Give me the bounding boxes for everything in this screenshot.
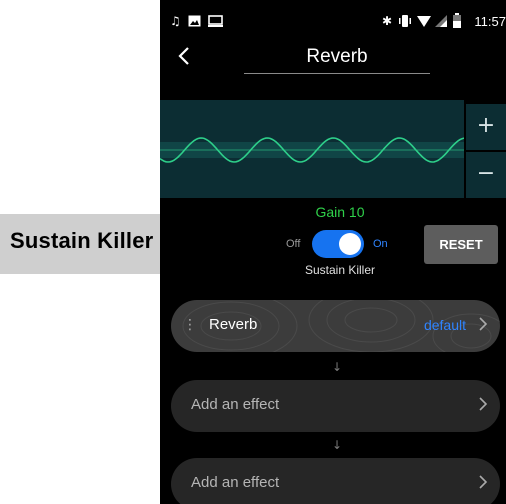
add-effect-row[interactable]: Add an effect [171,380,500,432]
screen-icon [208,15,223,27]
phone-screen: ♫ ✱ 11:57 Reverb + − Gain 10 Off On Sust… [160,0,506,504]
toggle-caption: Sustain Killer [304,263,376,277]
add-effect-label: Add an effect [191,396,280,413]
drag-handle-icon[interactable]: ⋮ [183,317,197,333]
add-effect-row[interactable]: Add an effect [171,458,500,504]
title-underline [244,73,430,74]
status-time: 11:57 [474,14,506,29]
music-note-icon: ♫ [170,14,181,28]
gain-value: Gain 10 [315,204,365,220]
status-bar: ♫ ✱ 11:57 [160,0,506,34]
page-title: Reverb [306,46,368,67]
add-effect-label: Add an effect [191,474,280,491]
gain-increase-button[interactable]: + [466,104,506,150]
bluetooth-icon: ✱ [382,14,393,28]
effect-name: Reverb [209,316,258,333]
wifi-icon [417,16,431,27]
waveform-display [160,100,464,198]
arrow-down-icon: ↓ [331,438,343,452]
gain-decrease-button[interactable]: − [466,152,506,198]
arrow-down-icon: ↓ [331,360,343,374]
toggle-off-label: Off [286,238,301,250]
chevron-right-icon [479,475,488,489]
vibrate-icon [399,15,411,27]
toggle-knob [339,233,361,255]
sustain-killer-toggle[interactable] [312,230,364,258]
toggle-on-label: On [373,238,388,250]
effect-row-reverb[interactable]: ⋮ Reverb default [171,300,500,352]
chevron-right-icon [479,317,488,331]
effect-preset[interactable]: default [424,317,466,333]
image-icon [188,15,201,27]
battery-icon [453,13,461,28]
waveform-graph [160,137,464,163]
signal-icon [435,15,447,27]
chevron-right-icon [479,397,488,411]
callout-label: Sustain Killer [10,228,154,253]
chevron-left-icon[interactable] [174,44,194,68]
reset-button[interactable]: RESET [424,225,498,264]
